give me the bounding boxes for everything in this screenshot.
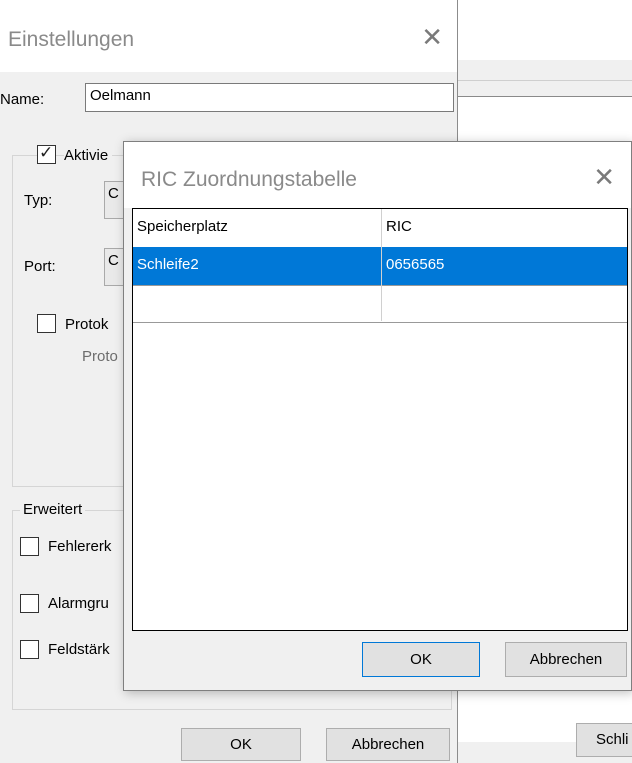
error-checkbox[interactable]	[20, 537, 39, 556]
dialog-title: RIC Zuordnungstabelle	[141, 168, 357, 191]
column-header[interactable]: Speicherplatz	[133, 209, 380, 235]
table-row[interactable]: Schleife2 0656565	[133, 247, 627, 285]
field-strength-checkbox[interactable]	[20, 640, 39, 659]
ric-dialog: RIC Zuordnungstabelle ✕ Speicherplatz RI…	[123, 141, 632, 691]
activate-label: Aktivie	[64, 147, 113, 164]
name-label: Name:	[0, 91, 45, 108]
cancel-button[interactable]: Abbrechen	[326, 728, 450, 761]
alarm-label: Alarmgru	[48, 595, 109, 612]
name-field[interactable]: Oelmann	[85, 83, 454, 112]
field-strength-label: Feldstärk	[48, 641, 110, 658]
cancel-button[interactable]: Abbrechen	[505, 642, 627, 677]
title-bar: RIC Zuordnungstabelle ✕	[124, 142, 631, 208]
column-header[interactable]: RIC	[382, 209, 627, 235]
alarm-checkbox[interactable]	[20, 594, 39, 613]
type-label: Typ:	[24, 192, 53, 209]
title-bar: Einstellungen ✕	[0, 0, 457, 72]
port-label: Port:	[24, 258, 56, 275]
table-header: Speicherplatz RIC	[133, 209, 627, 248]
close-icon[interactable]: ✕	[593, 162, 615, 193]
protocol-sub-label: Proto	[82, 348, 118, 365]
close-button[interactable]: Schli	[576, 723, 632, 757]
table-cell[interactable]: 0656565	[382, 247, 627, 273]
column-divider	[381, 209, 382, 321]
ok-button[interactable]: OK	[181, 728, 301, 761]
table-cell[interactable]: Schleife2	[133, 247, 380, 273]
ric-table: Speicherplatz RIC Schleife2 0656565	[132, 208, 628, 631]
close-icon[interactable]: ✕	[421, 22, 443, 53]
protocol-checkbox[interactable]	[37, 314, 56, 333]
table-row-new[interactable]	[133, 285, 627, 323]
error-label: Fehlererk	[48, 538, 112, 555]
advanced-group-label: Erweitert	[20, 501, 86, 518]
protocol-label: Protok	[65, 316, 109, 333]
dialog-title: Einstellungen	[8, 28, 135, 51]
divider	[453, 80, 632, 81]
ok-button[interactable]: OK	[362, 642, 480, 677]
activate-checkbox[interactable]	[37, 143, 56, 164]
